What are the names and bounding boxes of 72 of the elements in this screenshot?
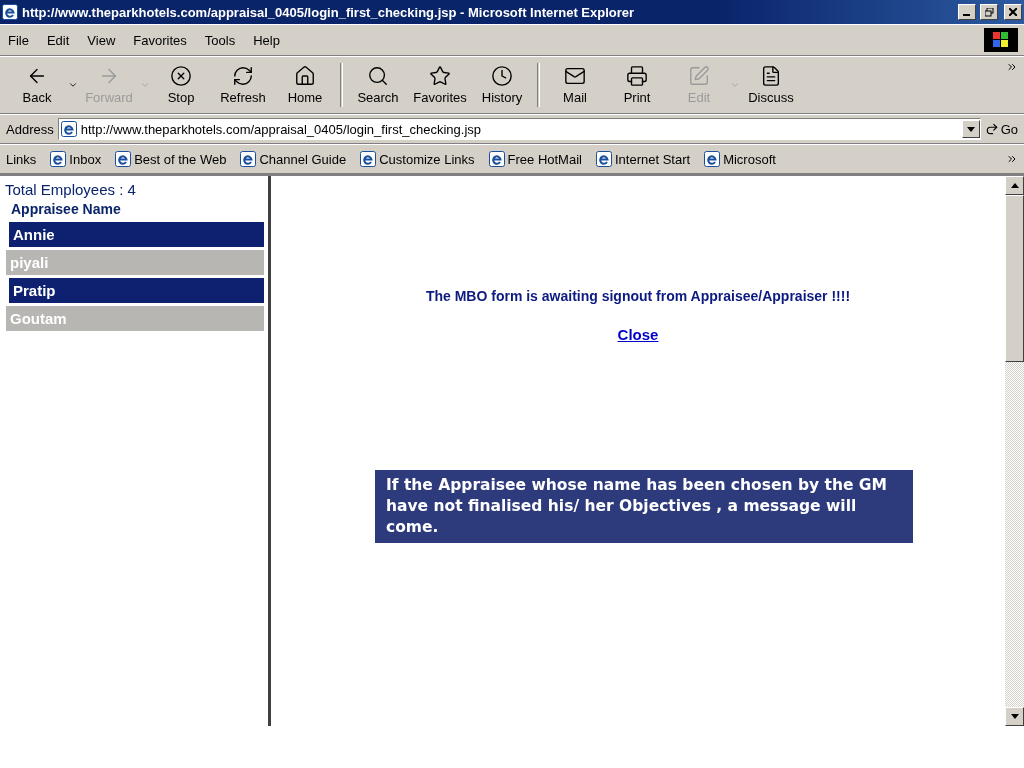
- link-button[interactable]: Best of the Web: [115, 151, 227, 167]
- more-icon[interactable]: [1006, 153, 1018, 165]
- restore-button[interactable]: [980, 4, 998, 20]
- address-label: Address: [6, 121, 54, 137]
- search-icon: [367, 65, 389, 87]
- employee-row[interactable]: Pratip: [9, 278, 264, 303]
- page-icon: [488, 151, 505, 167]
- scrollbar[interactable]: [1005, 176, 1024, 726]
- scroll-up-button[interactable]: [1005, 176, 1024, 195]
- link-button[interactable]: Channel Guide: [240, 151, 347, 167]
- toolbar-button[interactable]: History: [471, 65, 533, 105]
- page-icon: [240, 151, 257, 167]
- menu-item[interactable]: File: [6, 32, 31, 48]
- dropdown-button[interactable]: [961, 120, 980, 138]
- page-icon: [704, 151, 721, 167]
- printer-icon: [626, 65, 648, 87]
- address-field[interactable]: http://www.theparkhotels.com/appraisal_0405/login_first_checking.jsp: [57, 118, 981, 140]
- link-button[interactable]: Microsoft: [704, 151, 776, 167]
- column-heading: Appraisee Name: [11, 201, 122, 217]
- page-icon: [60, 121, 77, 137]
- down-arrow-icon: [1010, 714, 1019, 719]
- mail-icon: [564, 65, 586, 87]
- toolbar-button[interactable]: Discuss: [740, 65, 802, 105]
- link-button[interactable]: Customize Links: [360, 151, 475, 167]
- toolbar-button[interactable]: Print: [606, 65, 668, 105]
- close-link[interactable]: Close: [617, 326, 659, 343]
- menu-item[interactable]: Edit: [44, 32, 72, 48]
- url-text: http://www.theparkhotels.com/appraisal_0405/login_first_checking.jsp: [80, 121, 483, 137]
- menu-item[interactable]: Help: [251, 32, 282, 48]
- scroll-down-button[interactable]: [1005, 707, 1024, 726]
- link-button[interactable]: Free HotMail: [488, 151, 582, 167]
- page-icon: [360, 151, 377, 167]
- toolbar-button[interactable]: Search: [347, 65, 409, 105]
- employee-row[interactable]: Annie: [9, 222, 264, 247]
- links-label: Links: [6, 151, 37, 167]
- caret-icon: [966, 126, 975, 132]
- menu-item[interactable]: Tools: [202, 32, 238, 48]
- toolbar-button[interactable]: Favorites: [409, 65, 471, 105]
- annotation-callout: If the Appraisee whose name has been chosen by the GM have not finalised his/ her Objectives , a message will come.: [375, 470, 913, 543]
- page-icon: [595, 151, 612, 167]
- stop-icon: [170, 65, 192, 87]
- caret-icon[interactable]: [68, 80, 78, 90]
- status-message: The MBO form is awaiting signout from Appraisee/Appraiser !!!!: [425, 288, 851, 304]
- go-button[interactable]: Go: [984, 121, 1018, 137]
- close-icon: [1009, 8, 1017, 16]
- total-employees: Total Employees : 4: [5, 181, 137, 198]
- toolbar-button[interactable]: Back: [6, 65, 68, 105]
- window-title: http://www.theparkhotels.com/appraisal_0405/login_first_checking.jsp - Microsoft Internet Explorer: [22, 4, 636, 20]
- scroll-thumb[interactable]: [1005, 195, 1024, 362]
- edit-icon: [688, 65, 710, 87]
- toolbar-button[interactable]: Mail: [544, 65, 606, 105]
- go-arrow-icon: [984, 122, 999, 136]
- link-button[interactable]: Inbox: [50, 151, 102, 167]
- toolbar-button[interactable]: Refresh: [212, 65, 274, 105]
- up-arrow-icon: [1010, 183, 1019, 188]
- menu-item[interactable]: Favorites: [131, 32, 189, 48]
- windows-logo-icon: [984, 28, 1018, 52]
- toolbar-button[interactable]: Stop: [150, 65, 212, 105]
- home-icon: [294, 65, 316, 87]
- refresh-icon: [232, 65, 254, 87]
- page-icon: [50, 151, 67, 167]
- toolbar-button[interactable]: Home: [274, 65, 336, 105]
- close-button[interactable]: [1004, 4, 1022, 20]
- browser-icon: [2, 4, 18, 20]
- more-icon[interactable]: [1006, 61, 1018, 73]
- clock-icon: [491, 65, 513, 87]
- minimize-button[interactable]: [958, 4, 976, 20]
- link-button[interactable]: Internet Start: [595, 151, 691, 167]
- page-icon: [115, 151, 132, 167]
- restore-icon: [984, 7, 994, 17]
- menu-item[interactable]: View: [85, 32, 118, 48]
- document-icon: [760, 65, 782, 87]
